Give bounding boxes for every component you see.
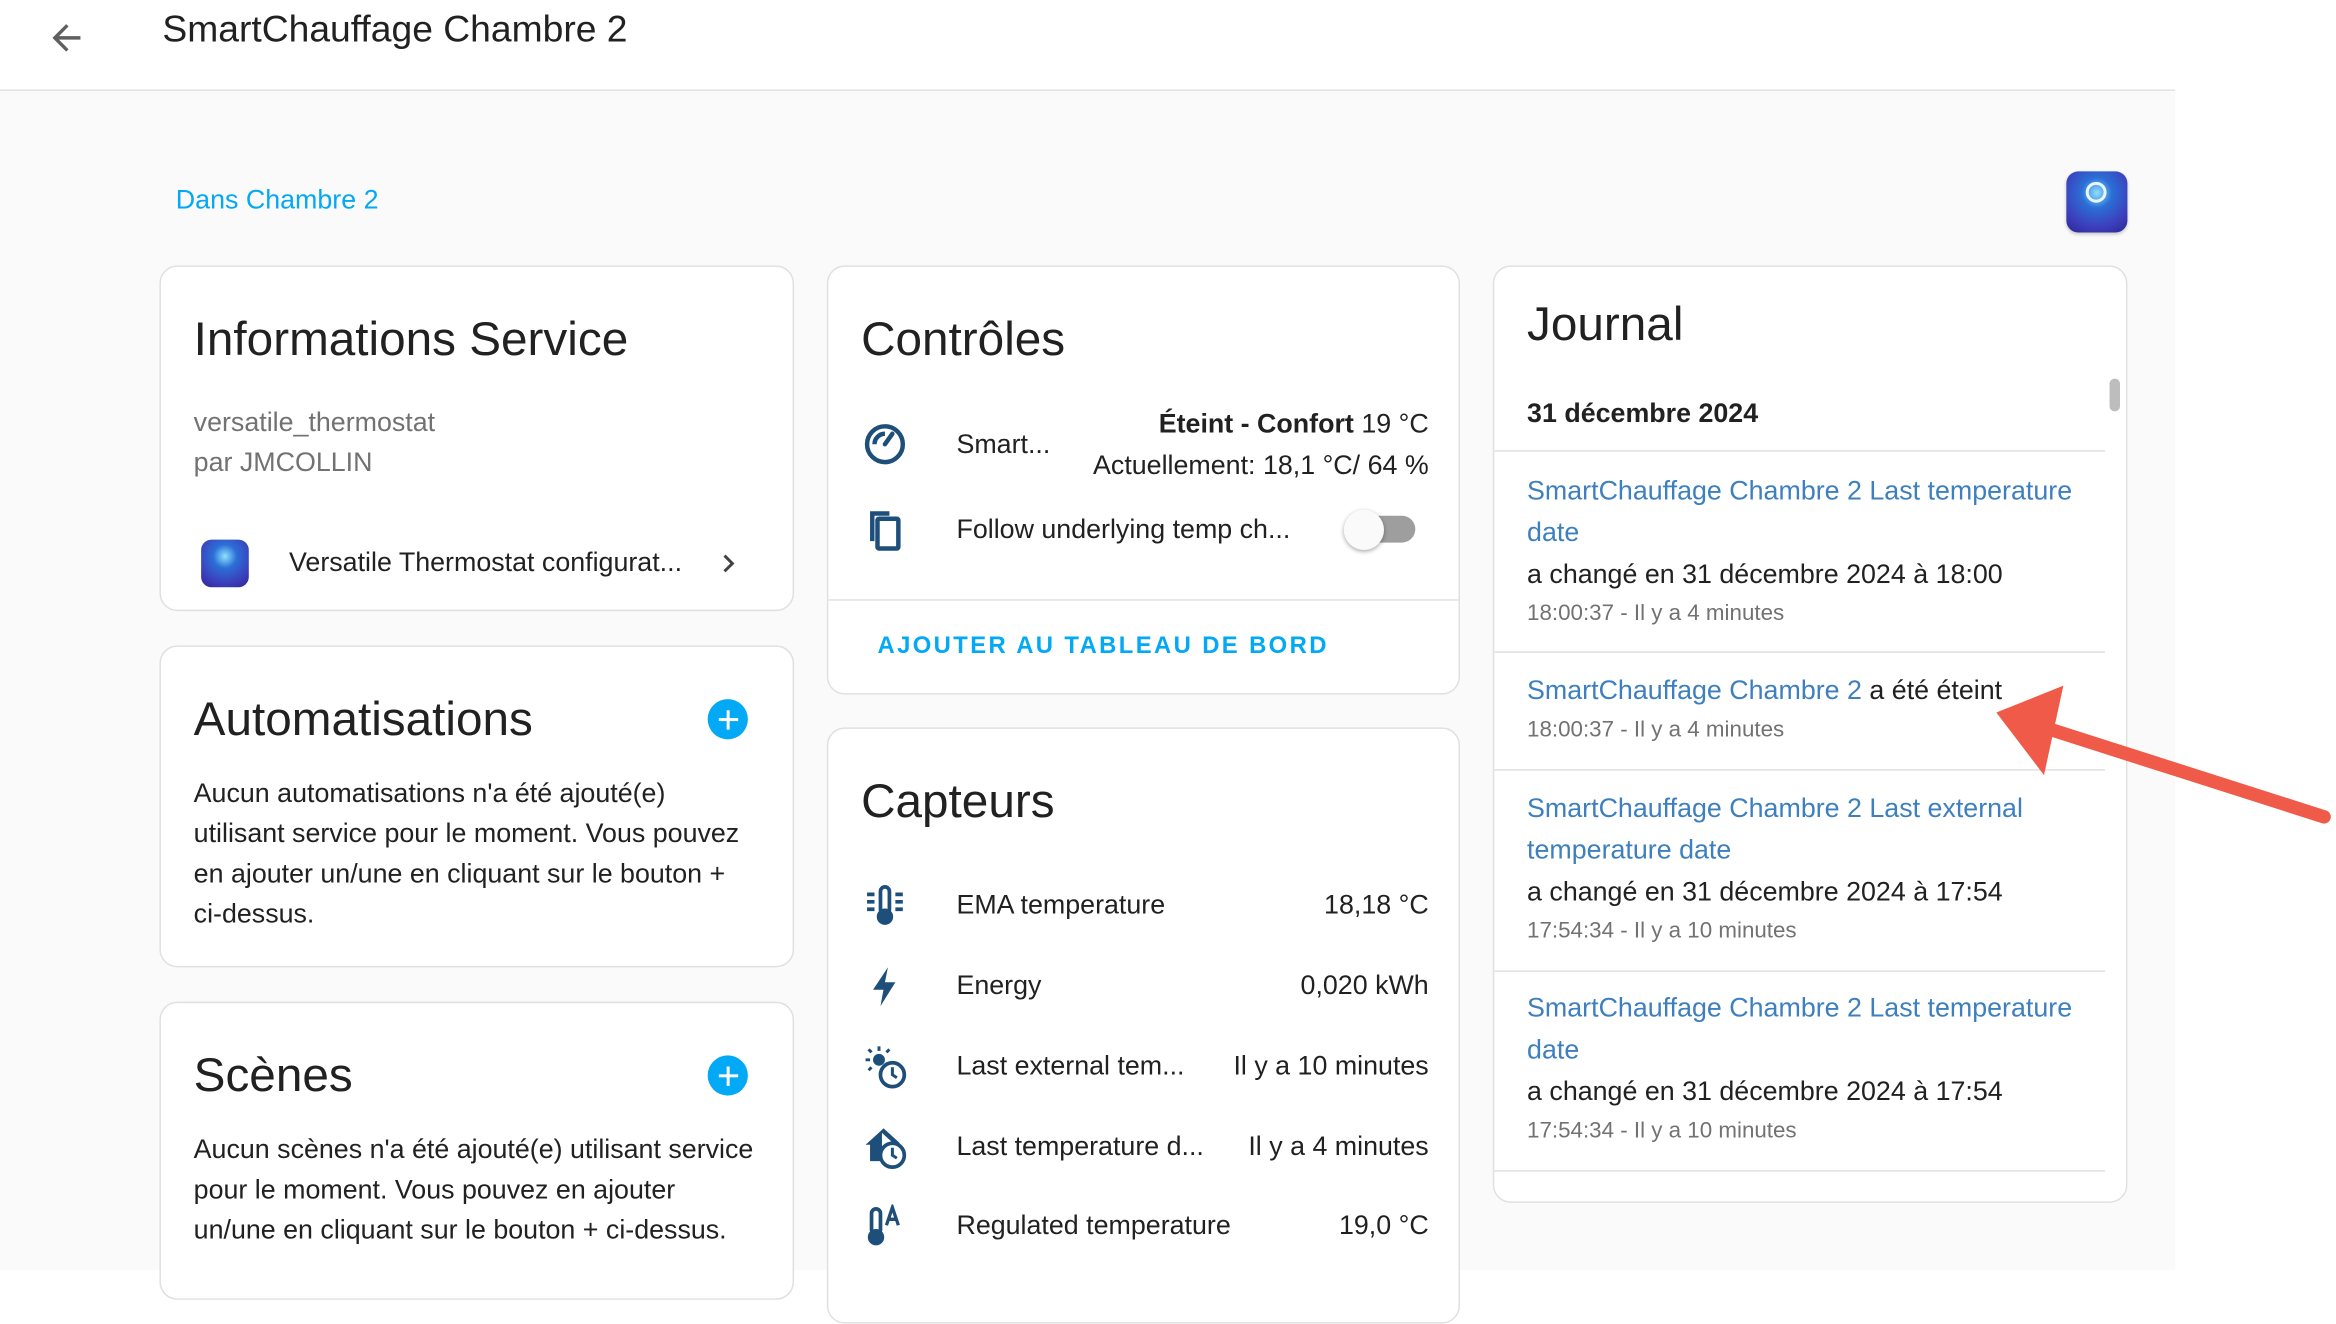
- sun-clock-icon: [865, 1046, 907, 1089]
- scenes-empty-text: Aucun scènes n'a été ajouté(e) utilisant…: [193, 1134, 754, 1245]
- sensor-label: Last external tem...: [956, 1050, 1185, 1081]
- climate-name: Smart...: [956, 429, 1051, 460]
- climate-state: Éteint - Confort 19 °C: [1159, 408, 1429, 439]
- logbook-scrollbar[interactable]: [2109, 378, 2120, 412]
- logbook-time: 17:54:34 - Il y a 10 minutes: [1527, 918, 1797, 944]
- sensor-label: EMA temperature: [956, 889, 1166, 920]
- scenes-title: Scènes: [193, 1047, 353, 1102]
- logbook-entry: SmartChauffage Chambre 2 Last external t…: [1527, 787, 2078, 912]
- climate-state-mode: Éteint - Confort: [1158, 408, 1354, 439]
- content-copy-icon: [870, 511, 901, 551]
- logbook-entity-link[interactable]: SmartChauffage Chambre 2 Last external t…: [1527, 793, 2023, 865]
- automations-empty-text: Aucun automatisations n'a été ajouté(e) …: [193, 778, 740, 929]
- service-info-card: Informations Service versatile_thermosta…: [159, 265, 795, 612]
- integration-name: versatile_thermostat: [193, 406, 436, 437]
- climate-row[interactable]: Smart... Éteint - Confort 19 °C Actuelle…: [828, 401, 1458, 490]
- sensors-title: Capteurs: [861, 773, 1055, 828]
- toggle-thumb: [1343, 509, 1385, 551]
- controls-divider: [828, 599, 1459, 601]
- service-info-title: Informations Service: [193, 311, 629, 366]
- add-to-dashboard-button[interactable]: AJOUTER AU TABLEAU DE BORD: [877, 634, 1328, 661]
- sensor-label: Energy: [956, 970, 1042, 1001]
- versatile-thermostat-logo-icon: [2066, 171, 2128, 233]
- home-clock-icon: [865, 1128, 907, 1170]
- sensor-value: 19,0 °C: [1338, 1210, 1429, 1241]
- automations-card: Automatisations Aucun automatisations n'…: [159, 645, 795, 968]
- back-arrow-icon[interactable]: [45, 15, 90, 60]
- controls-card: Contrôles Smart... Éteint - Confort 19 °…: [826, 265, 1461, 695]
- chevron-right-icon: [723, 554, 735, 573]
- thermometer-auto-icon: [867, 1204, 900, 1246]
- climate-current: Actuellement: 18,1 °C/ 64 %: [1093, 450, 1429, 480]
- sensor-label: Last temperature d...: [956, 1131, 1204, 1162]
- logbook-divider: [1494, 769, 2106, 771]
- config-entry-row[interactable]: Versatile Thermostat configurat...: [161, 529, 793, 595]
- follow-underlying-toggle[interactable]: [1343, 509, 1418, 552]
- sensor-row[interactable]: EMA temperature 18,18 °C: [828, 884, 1458, 929]
- add-automation-button[interactable]: [707, 699, 748, 740]
- area-link[interactable]: Dans Chambre 2: [176, 185, 379, 216]
- logbook-message: a changé en 31 décembre 2024 à 17:54: [1527, 1076, 2003, 1107]
- logbook-entity-link[interactable]: SmartChauffage Chambre 2: [1527, 675, 1862, 705]
- logbook-entry: SmartChauffage Chambre 2 a été éteint: [1527, 669, 2078, 711]
- sensor-row[interactable]: Regulated temperature 19,0 °C: [828, 1204, 1458, 1249]
- controls-title: Contrôles: [861, 311, 1066, 366]
- logbook-divider: [1494, 970, 2106, 972]
- logbook-entity-link[interactable]: SmartChauffage Chambre 2 Last temperatur…: [1527, 476, 2072, 548]
- thermostat-icon: [864, 424, 906, 465]
- logbook-entity-link[interactable]: SmartChauffage Chambre 2 Last temperatur…: [1527, 993, 2072, 1065]
- sensor-row[interactable]: Last external tem... Il y a 10 minutes: [828, 1045, 1458, 1090]
- logbook-date: 31 décembre 2024: [1527, 397, 1759, 428]
- sensors-card: Capteurs EMA temperature 18,18 °C Energy…: [826, 727, 1461, 1324]
- scenes-card: Scènes Aucun scènes n'a été ajouté(e) ut…: [159, 1001, 795, 1300]
- config-entry-icon: [201, 539, 249, 588]
- page-title: SmartChauffage Chambre 2: [162, 8, 628, 51]
- follow-underlying-row: Follow underlying temp ch...: [828, 505, 1458, 565]
- logbook-message: a changé en 31 décembre 2024 à 17:54: [1527, 876, 2003, 907]
- climate-setpoint: 19 °C: [1361, 408, 1429, 439]
- sensor-label: Regulated temperature: [956, 1210, 1231, 1241]
- thermometer-lines-icon: [867, 885, 903, 925]
- logbook-entry: SmartChauffage Chambre 2 Last temperatur…: [1527, 470, 2078, 595]
- sensor-value: Il y a 10 minutes: [1233, 1050, 1429, 1081]
- logbook-divider: [1494, 651, 2106, 653]
- top-app-bar: SmartChauffage Chambre 2: [0, 0, 2176, 91]
- sensor-value: 0,020 kWh: [1300, 970, 1429, 1001]
- automations-title: Automatisations: [193, 691, 533, 746]
- sensor-row[interactable]: Energy 0,020 kWh: [828, 964, 1458, 1009]
- logbook-title: Journal: [1527, 296, 1684, 351]
- logbook-divider: [1494, 450, 2106, 452]
- logbook-time: 18:00:37 - Il y a 4 minutes: [1527, 600, 1785, 627]
- integration-author: par JMCOLLIN: [193, 447, 373, 477]
- sensor-value: Il y a 4 minutes: [1248, 1131, 1429, 1162]
- logbook-divider: [1494, 1170, 2106, 1172]
- follow-underlying-label: Follow underlying temp ch...: [956, 514, 1291, 545]
- logbook-message: a changé en 31 décembre 2024 à 18:00: [1527, 558, 2003, 589]
- add-scene-button[interactable]: [707, 1055, 748, 1096]
- logbook-card: Journal 31 décembre 2024 SmartChauffage …: [1492, 265, 2128, 1203]
- sensor-value: 18,18 °C: [1324, 889, 1429, 920]
- logbook-message: a été éteint: [1869, 675, 2003, 706]
- logbook-time: 17:54:34 - Il y a 10 minutes: [1527, 1117, 1797, 1144]
- sensor-row[interactable]: Last temperature d... Il y a 4 minutes: [828, 1125, 1458, 1170]
- config-entry-label: Versatile Thermostat configurat...: [289, 547, 683, 577]
- lightning-bolt-icon: [873, 967, 896, 1007]
- logbook-time: 18:00:37 - Il y a 4 minutes: [1527, 716, 1785, 743]
- logbook-entry: SmartChauffage Chambre 2 Last temperatur…: [1527, 987, 2078, 1112]
